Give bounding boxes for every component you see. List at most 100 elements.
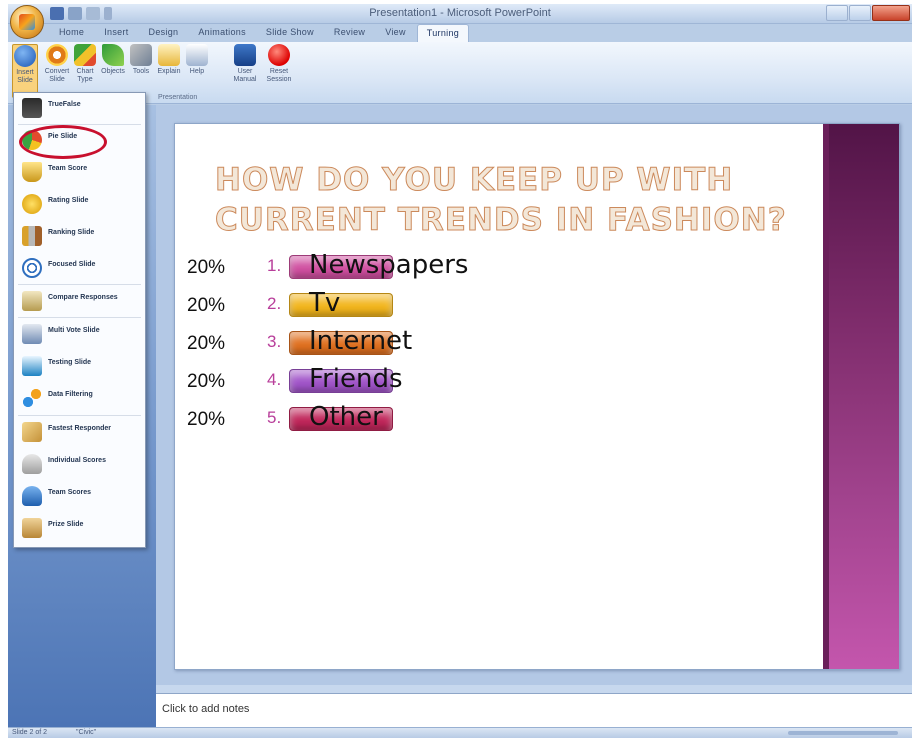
answer-number: 4. (267, 370, 282, 389)
answer-number: 2. (267, 294, 282, 313)
close-button[interactable] (872, 5, 910, 21)
manual-icon (234, 44, 256, 66)
menu-item-testing-slide[interactable]: Testing Slide (14, 351, 145, 381)
menu-item-prize-slide[interactable]: Prize Slide (14, 513, 145, 543)
multi-vote-icon (22, 324, 42, 344)
filter-icon (22, 388, 42, 408)
window-title: Presentation1 - Microsoft PowerPoint (369, 7, 551, 19)
slide-workspace: HOW DO YOU KEEP UP WITH CURRENT TRENDS I… (156, 105, 912, 685)
answer-percent: 20% (187, 409, 226, 430)
fastest-icon (22, 422, 42, 442)
zoom-slider[interactable] (788, 731, 898, 735)
office-button[interactable] (10, 5, 44, 39)
menu-item-truefalse[interactable]: TrueFalse (14, 93, 145, 123)
menu-item-rating-slide[interactable]: Rating Slide (14, 189, 145, 219)
notes-pane[interactable]: Click to add notes (156, 693, 912, 727)
ribbon-tabs: Home Insert Design Animations Slide Show… (50, 24, 470, 42)
insert-slide-menu: TrueFalse Pie Slide Team Score Rating Sl… (13, 92, 146, 548)
slide-title-line1: HOW DO YOU KEEP UP WITH (215, 162, 734, 199)
explain-icon (158, 44, 180, 66)
answer-percent: 20% (187, 257, 226, 278)
reset-session-button[interactable]: Reset Session (266, 44, 292, 84)
record-icon (268, 44, 290, 66)
chart-type-button[interactable]: Chart Type (72, 44, 98, 84)
star-icon (22, 194, 42, 214)
answer-percent: 20% (187, 371, 226, 392)
trophy-icon (22, 162, 42, 182)
menu-item-focused-slide[interactable]: Focused Slide (14, 253, 145, 283)
help-button[interactable]: Help (184, 44, 210, 76)
objects-button[interactable]: Objects (100, 44, 126, 76)
tab-view[interactable]: View (376, 24, 415, 42)
answer-row[interactable]: 20% 3. Internet (187, 326, 527, 358)
answer-bar (289, 293, 393, 317)
answer-row[interactable]: 20% 2. Tv (187, 288, 527, 320)
tools-icon (130, 44, 152, 66)
prize-icon (22, 518, 42, 538)
tab-turning[interactable]: Turning (416, 24, 470, 42)
help-icon (14, 45, 36, 67)
answer-row[interactable]: 20% 4. Friends (187, 364, 527, 396)
menu-separator (18, 284, 141, 285)
tab-slide-show[interactable]: Slide Show (257, 24, 323, 42)
answer-label: Internet (309, 326, 413, 356)
theme-name: "Civic" (76, 729, 97, 736)
notes-placeholder: Click to add notes (162, 703, 250, 715)
app-window: Presentation1 - Microsoft PowerPoint Hom… (8, 4, 912, 738)
title-bar: Presentation1 - Microsoft PowerPoint (8, 4, 912, 24)
slide-title[interactable]: HOW DO YOU KEEP UP WITH CURRENT TRENDS I… (215, 160, 795, 240)
slide-counter: Slide 2 of 2 (12, 729, 48, 736)
menu-item-team-scores[interactable]: Team Scores (14, 481, 145, 511)
menu-item-fastest-responder[interactable]: Fastest Responder (14, 417, 145, 447)
notes-splitter[interactable] (156, 685, 912, 693)
test-icon (22, 356, 42, 376)
menu-item-data-filtering[interactable]: Data Filtering (14, 383, 145, 413)
minimize-button[interactable] (826, 5, 848, 21)
answer-number: 5. (267, 408, 282, 427)
status-bar: Slide 2 of 2 "Civic" (8, 727, 912, 738)
ribbon-group-label: Presentation (158, 94, 198, 101)
answer-label: Newspapers (309, 250, 469, 280)
tab-review[interactable]: Review (325, 24, 374, 42)
team-icon (22, 486, 42, 506)
highlight-circle (19, 125, 107, 159)
answer-row[interactable]: 20% 5. Other (187, 402, 527, 434)
menu-item-compare-responses[interactable]: Compare Responses (14, 286, 145, 316)
answer-label: Other (309, 402, 383, 432)
tools-button[interactable]: Tools (128, 44, 154, 76)
convert-slide-button[interactable]: Convert Slide (44, 44, 70, 84)
menu-item-team-score[interactable]: Team Score (14, 157, 145, 187)
check-icon (102, 44, 124, 66)
user-manual-button[interactable]: User Manual (232, 44, 258, 84)
tab-insert[interactable]: Insert (95, 24, 137, 42)
tab-animations[interactable]: Animations (189, 24, 255, 42)
individual-icon (22, 454, 42, 474)
answer-number: 3. (267, 332, 282, 351)
window-controls (825, 5, 910, 21)
menu-item-multi-vote-slide[interactable]: Multi Vote Slide (14, 319, 145, 349)
answer-number: 1. (267, 256, 282, 275)
slide-title-line2: CURRENT TRENDS IN FASHION? (215, 202, 787, 239)
answer-label: Tv (309, 288, 341, 318)
target-icon (46, 44, 68, 66)
chart-icon (74, 44, 96, 66)
slide-canvas[interactable]: HOW DO YOU KEEP UP WITH CURRENT TRENDS I… (174, 123, 900, 670)
answer-label: Friends (309, 364, 403, 394)
maximize-button[interactable] (849, 5, 871, 21)
tab-home[interactable]: Home (50, 24, 93, 42)
menu-separator (18, 415, 141, 416)
ranking-icon (22, 226, 42, 246)
answer-row[interactable]: 20% 1. Newspapers (187, 250, 527, 282)
scale-icon (22, 291, 42, 311)
explain-button[interactable]: Explain (156, 44, 182, 76)
menu-item-ranking-slide[interactable]: Ranking Slide (14, 221, 145, 251)
help-doc-icon (186, 44, 208, 66)
answer-percent: 20% (187, 333, 226, 354)
tab-design[interactable]: Design (140, 24, 188, 42)
focus-icon (22, 258, 42, 278)
insert-slide-button[interactable]: Insert Slide (12, 44, 38, 98)
traffic-light-icon (22, 98, 42, 118)
office-logo-icon (19, 14, 35, 30)
menu-item-individual-scores[interactable]: Individual Scores (14, 449, 145, 479)
answer-percent: 20% (187, 295, 226, 316)
